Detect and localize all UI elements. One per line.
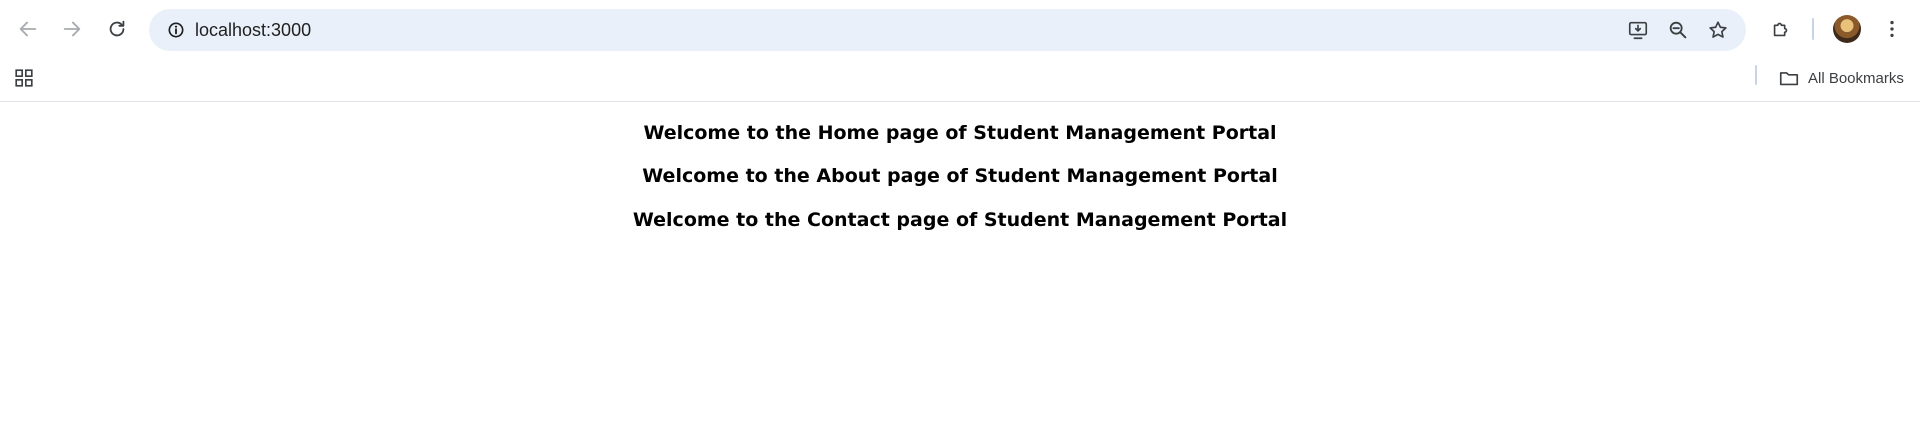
site-info-button[interactable] — [161, 15, 191, 45]
install-app-button[interactable] — [1623, 15, 1653, 45]
arrow-left-icon — [19, 21, 37, 37]
zoom-button[interactable] — [1663, 15, 1693, 45]
puzzle-icon — [1773, 22, 1788, 37]
browser-chrome: localhost:3000 All Bookmarks — [0, 0, 1920, 102]
url-text[interactable]: localhost:3000 — [195, 9, 311, 51]
monitor-download-icon — [1628, 21, 1648, 40]
page-content: Welcome to the Home page of Student Mana… — [0, 102, 1920, 427]
toolbar-divider — [1812, 18, 1814, 40]
bookmarks-divider — [1755, 65, 1757, 85]
bookmarks-bar: All Bookmarks — [0, 60, 1920, 102]
contact-heading: Welcome to the Contact page of Student M… — [632, 209, 1288, 231]
apps-button[interactable] — [10, 64, 38, 92]
all-bookmarks-label: All Bookmarks — [1808, 69, 1904, 87]
star-icon — [1709, 21, 1727, 38]
info-icon — [168, 22, 184, 38]
all-bookmarks-button[interactable]: All Bookmarks — [1772, 64, 1910, 92]
zoom-out-icon — [1669, 21, 1687, 39]
kebab-icon — [1890, 20, 1894, 38]
grid-icon — [15, 69, 33, 87]
back-button[interactable] — [11, 12, 45, 46]
home-heading: Welcome to the Home page of Student Mana… — [643, 122, 1277, 144]
bookmark-star-button[interactable] — [1703, 15, 1733, 45]
reload-button[interactable] — [100, 12, 134, 46]
about-heading: Welcome to the About page of Student Man… — [642, 165, 1278, 187]
reload-icon — [109, 20, 125, 37]
profile-avatar[interactable] — [1833, 15, 1861, 43]
browser-menu-button[interactable] — [1875, 12, 1909, 46]
extensions-button[interactable] — [1764, 12, 1798, 46]
address-bar[interactable]: localhost:3000 — [149, 9, 1746, 51]
forward-button[interactable] — [55, 12, 89, 46]
browser-toolbar: localhost:3000 — [0, 0, 1920, 60]
arrow-right-icon — [63, 21, 81, 37]
folder-icon — [1779, 72, 1799, 86]
